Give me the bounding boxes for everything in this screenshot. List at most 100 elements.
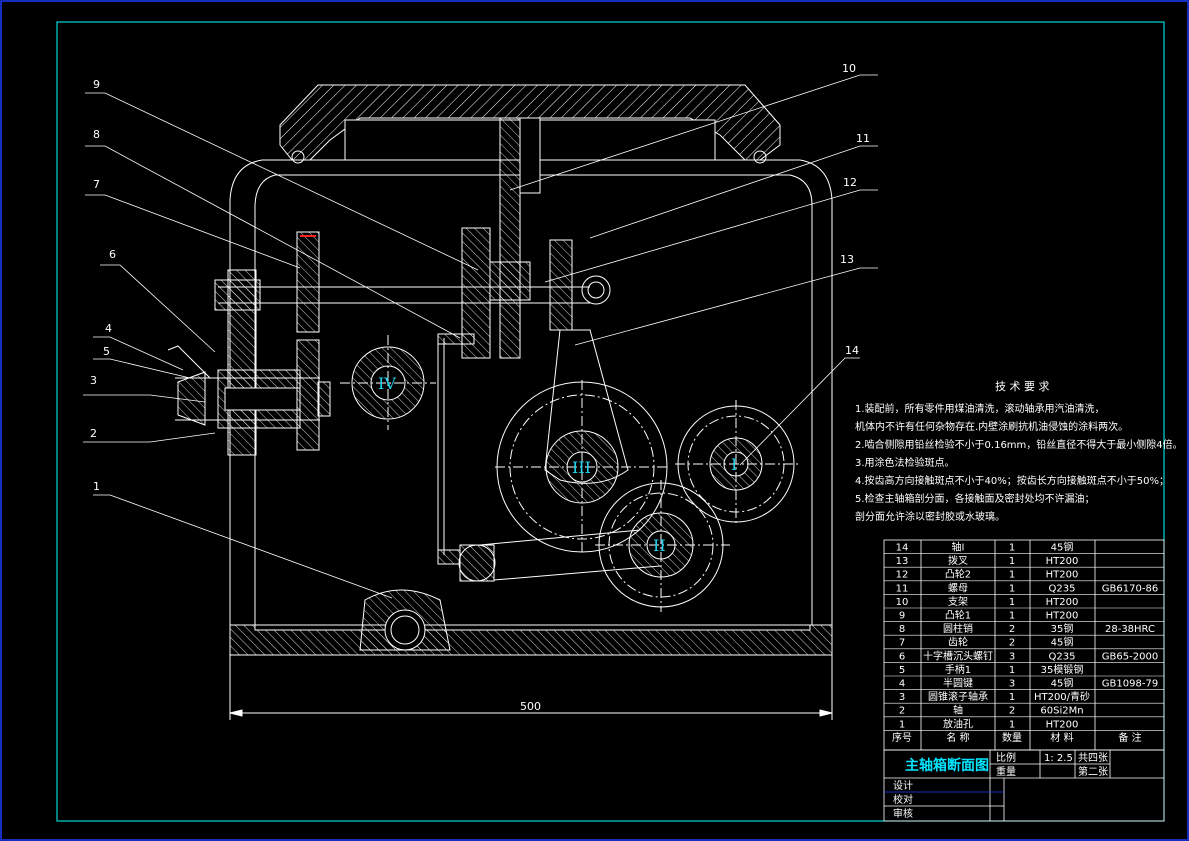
parts-cell-no: 11 bbox=[896, 583, 909, 594]
part-label-2: 2 bbox=[90, 427, 97, 440]
parts-cell-no: 9 bbox=[899, 611, 905, 622]
parts-cell-name: 齿轮 bbox=[948, 636, 968, 649]
parts-cell-name: 凸轮2 bbox=[945, 568, 971, 581]
parts-cell-name: 手柄1 bbox=[945, 663, 971, 676]
parts-cell-qty: 3 bbox=[1009, 651, 1015, 662]
parts-header-note: 备 注 bbox=[1118, 731, 1141, 744]
parts-cell-qty: 1 bbox=[1009, 719, 1015, 730]
part-label-10: 10 bbox=[842, 62, 856, 75]
parts-cell-no: 10 bbox=[896, 597, 909, 608]
parts-cell-note: GB1098-79 bbox=[1102, 679, 1158, 690]
parts-cell-no: 5 bbox=[899, 665, 905, 676]
cad-drawing: 1 2 3 4 5 6 7 8 9 10 11 12 13 14 IV III … bbox=[0, 0, 1189, 841]
parts-cell-name: 凸轮1 bbox=[945, 609, 971, 622]
scale-value: 1: 2.5 bbox=[1044, 753, 1073, 764]
sheet-label: 第二张 bbox=[1078, 765, 1108, 778]
shaft-label-III: III bbox=[572, 458, 591, 477]
shaft-label-II: II bbox=[653, 536, 666, 555]
shaft-end-left bbox=[214, 279, 261, 311]
gear-2-hub bbox=[317, 381, 331, 417]
parts-cell-qty: 3 bbox=[1009, 679, 1015, 690]
requirement-line-3: 2.啮合侧隙用铅丝检验不小于0.16mm，铅丝直径不得大于最小侧隙4倍。 bbox=[855, 438, 1183, 451]
parts-cell-no: 14 bbox=[896, 543, 909, 554]
parts-cell-material: HT200 bbox=[1046, 570, 1079, 581]
requirement-line-4: 3.用涂色法检验斑点。 bbox=[855, 456, 955, 469]
scale-label: 比例 bbox=[996, 751, 1016, 764]
requirement-line-1: 1.装配前，所有零件用煤油清洗，滚动轴承用汽油清洗， bbox=[855, 402, 1105, 415]
part-label-9: 9 bbox=[93, 78, 100, 91]
shaft-label-IV: IV bbox=[378, 374, 396, 393]
part-label-7: 7 bbox=[93, 178, 100, 191]
parts-cell-name: 圆柱销 bbox=[943, 622, 973, 635]
drawing-title: 主轴箱断面图 bbox=[905, 757, 989, 774]
gear-7-top bbox=[296, 231, 320, 333]
housing-drawing bbox=[167, 84, 833, 720]
parts-cell-qty: 1 bbox=[1009, 611, 1015, 622]
parts-list-border bbox=[883, 539, 1165, 751]
fork-bracket-slot bbox=[519, 117, 541, 194]
parts-cell-qty: 1 bbox=[1009, 597, 1015, 608]
dimension-500: 500 bbox=[520, 700, 541, 713]
part-label-5: 5 bbox=[103, 345, 110, 358]
handle-5 bbox=[177, 371, 206, 426]
designer-label: 设计 bbox=[893, 779, 913, 792]
parts-list-rows: 14 轴I 1 45钢13 拨叉 1 HT20012 凸轮2 1 HT20011 螺母 1 Q235 GB… bbox=[884, 541, 1164, 744]
parts-cell-qty: 1 bbox=[1009, 583, 1015, 594]
input-bore bbox=[224, 387, 301, 411]
parts-cell-name: 支架 bbox=[948, 596, 968, 608]
parts-cell-qty: 2 bbox=[1009, 624, 1015, 635]
parts-cell-name: 拨叉 bbox=[948, 554, 968, 567]
leader-13 bbox=[574, 267, 878, 346]
parts-cell-qty: 1 bbox=[1009, 692, 1015, 703]
parts-cell-name: 十字槽沉头螺钉 bbox=[923, 649, 993, 662]
parts-cell-material: 60Si2Mn bbox=[1040, 706, 1083, 717]
part-label-3: 3 bbox=[90, 374, 97, 387]
parts-cell-no: 2 bbox=[899, 706, 905, 717]
part-label-4: 4 bbox=[105, 322, 112, 335]
parts-cell-material: HT200 bbox=[1046, 611, 1079, 622]
parts-list bbox=[883, 539, 1165, 751]
leader-14 bbox=[739, 357, 860, 466]
parts-cell-name: 圆锥滚子轴承 bbox=[928, 690, 988, 703]
lower-link-b bbox=[493, 565, 661, 581]
leader-1 bbox=[93, 494, 393, 599]
approver-label: 审核 bbox=[893, 807, 913, 820]
fork-collar bbox=[489, 261, 531, 301]
weight-label: 重量 bbox=[996, 765, 1016, 778]
parts-cell-material: Q235 bbox=[1049, 651, 1076, 662]
technical-requirements: 技 术 要 求 1.装配前，所有零件用煤油清洗，滚动轴承用汽油清洗， 机体内不许… bbox=[855, 380, 1183, 523]
leader-6 bbox=[100, 264, 216, 353]
parts-cell-no: 3 bbox=[899, 692, 905, 703]
parts-cell-material: HT200 bbox=[1046, 597, 1079, 608]
leader-2 bbox=[83, 432, 216, 443]
fork-bracket bbox=[499, 117, 521, 359]
parts-cell-material: HT200 bbox=[1046, 556, 1079, 567]
parts-cell-qty: 2 bbox=[1009, 706, 1015, 717]
parts-cell-note: 28-38HRC bbox=[1105, 624, 1155, 635]
parts-cell-no: 12 bbox=[896, 570, 909, 581]
requirements-title: 技 术 要 求 bbox=[995, 380, 1050, 393]
parts-cell-name: 螺母 bbox=[948, 582, 968, 594]
part-label-8: 8 bbox=[93, 128, 100, 141]
parts-cell-material: 45钢 bbox=[1051, 677, 1074, 690]
parts-cell-no: 4 bbox=[899, 679, 905, 690]
parts-cell-name: 放油孔 bbox=[943, 717, 973, 730]
leader-7 bbox=[85, 194, 301, 269]
lower-link-a bbox=[479, 529, 641, 546]
part-label-14: 14 bbox=[845, 344, 859, 357]
parts-cell-name: 轴I bbox=[952, 541, 965, 554]
lower-bearing-section bbox=[459, 544, 495, 582]
parts-header-no: 序号 bbox=[892, 731, 912, 744]
parts-cell-qty: 2 bbox=[1009, 638, 1015, 649]
parts-cell-material: 45钢 bbox=[1051, 636, 1074, 649]
parts-cell-no: 1 bbox=[899, 719, 905, 730]
parts-cell-qty: 1 bbox=[1009, 556, 1015, 567]
part-label-12: 12 bbox=[843, 176, 857, 189]
parts-cell-no: 6 bbox=[899, 651, 905, 662]
parts-cell-qty: 1 bbox=[1009, 665, 1015, 676]
requirement-line-5: 4.按齿高方向接触斑点不小于40%；按齿长方向接触斑点不小于50%； bbox=[855, 474, 1169, 487]
parts-cell-qty: 1 bbox=[1009, 543, 1015, 554]
parts-header-qty: 数量 bbox=[1002, 731, 1022, 744]
parts-cell-material: 35模锻钢 bbox=[1041, 663, 1084, 676]
nut-11-inner bbox=[587, 281, 605, 299]
